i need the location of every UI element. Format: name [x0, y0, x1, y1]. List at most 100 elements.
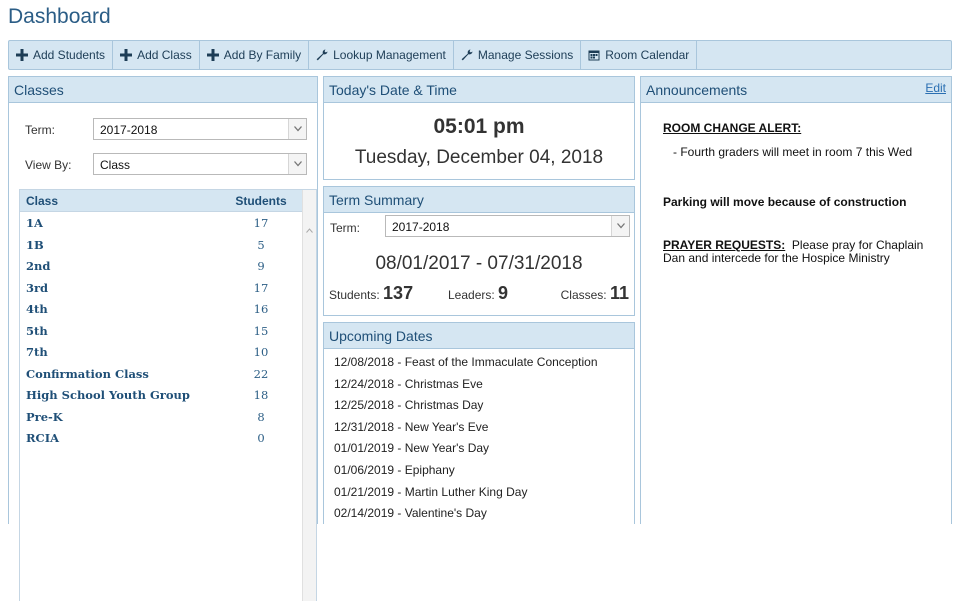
term-label: Term:: [25, 123, 55, 137]
list-item: 01/06/2019 - Epiphany: [334, 462, 455, 477]
class-name-cell[interactable]: 4th: [20, 298, 226, 320]
parking-notice: Parking will move because of constructio…: [663, 195, 907, 209]
table-row[interactable]: RCIA 0: [20, 427, 316, 449]
student-count-cell: 5: [257, 237, 265, 252]
column-header-students[interactable]: Students: [226, 190, 296, 211]
students-count: 137: [383, 283, 414, 303]
prayer-requests: PRAYER REQUESTS: Please pray for Chaplai…: [663, 239, 933, 265]
list-item: 01/01/2019 - New Year's Day: [334, 441, 490, 456]
edit-announcements-link[interactable]: Edit: [925, 81, 946, 95]
classes-panel: Classes Term: 2017-2018 View By: Class C…: [8, 76, 318, 601]
room-calendar-label: Room Calendar: [605, 48, 690, 62]
table-row[interactable]: 1A 17: [20, 212, 316, 234]
class-name-cell[interactable]: 5th: [20, 320, 226, 342]
class-table-scrollbar[interactable]: [302, 190, 316, 601]
upcoming-dates-list: 12/08/2018 - Feast of the Immaculate Con…: [334, 355, 598, 528]
class-table: Class Students 1A 17 1B 5 2nd 9 3rd 17 4th 16 5th 1…: [19, 189, 317, 601]
scroll-up-icon[interactable]: [306, 220, 313, 238]
today-panel: Today's Date & Time 05:01 pm Tuesday, De…: [323, 76, 635, 180]
chevron-down-icon: [288, 119, 306, 139]
leaders-count: 9: [498, 283, 509, 303]
student-count-cell: 0: [257, 431, 265, 445]
student-count-cell: 22: [253, 366, 269, 381]
table-row[interactable]: Confirmation Class 22: [20, 363, 316, 385]
table-row[interactable]: 5th 15: [20, 320, 316, 342]
summary-term-select[interactable]: 2017-2018: [385, 215, 630, 237]
summary-term-value: 2017-2018: [392, 220, 450, 234]
class-name-cell[interactable]: 1B: [20, 234, 226, 256]
wrench-icon: [461, 49, 473, 61]
table-row[interactable]: 7th 10: [20, 341, 316, 363]
students-stat: Students: 137: [329, 283, 413, 304]
list-item: 12/25/2018 - Christmas Day: [334, 398, 484, 413]
table-row[interactable]: 2nd 9: [20, 255, 316, 277]
current-date: Tuesday, December 04, 2018: [354, 147, 604, 168]
term-summary-panel: Term Summary Term: 2017-2018 08/01/2017 …: [323, 186, 635, 316]
list-item: 12/08/2018 - Feast of the Immaculate Con…: [334, 355, 598, 369]
class-name-cell[interactable]: RCIA: [20, 427, 226, 449]
leaders-stat: Leaders: 9: [448, 283, 508, 304]
plus-icon: [16, 49, 28, 61]
lookup-management-button[interactable]: Lookup Management: [309, 41, 454, 69]
leaders-label: Leaders:: [448, 288, 495, 302]
toolbar: Add Students Add Class Add By Family Loo…: [8, 40, 952, 70]
list-item: 02/14/2019 - Valentine's Day: [334, 506, 487, 521]
chevron-down-icon: [288, 154, 306, 174]
student-count-cell: 10: [253, 345, 269, 359]
term-select[interactable]: 2017-2018: [93, 118, 307, 140]
student-count-cell: 9: [257, 259, 265, 273]
term-select-value: 2017-2018: [100, 123, 158, 137]
term-summary-title: Term Summary: [324, 187, 634, 213]
class-table-body: 1A 17 1B 5 2nd 9 3rd 17 4th 16 5th 15 7th 10 Confirmat…: [20, 212, 316, 449]
column-header-class[interactable]: Class: [20, 190, 226, 211]
plus-icon: [120, 49, 133, 61]
room-change-text: - Fourth graders will meet in room 7 thi…: [673, 145, 913, 159]
room-calendar-button[interactable]: Room Calendar: [581, 41, 698, 69]
room-change-title: ROOM CHANGE ALERT:: [663, 121, 802, 135]
viewby-select[interactable]: Class: [93, 153, 307, 175]
add-students-button[interactable]: Add Students: [9, 41, 114, 69]
student-count-cell: 15: [253, 323, 269, 338]
classes-count: 11: [609, 283, 629, 303]
table-row[interactable]: 1B 5: [20, 234, 316, 256]
classes-label: Classes:: [560, 288, 607, 302]
announcements-title-text: Announcements: [646, 82, 748, 98]
viewby-label: View By:: [25, 158, 72, 172]
viewby-select-value: Class: [100, 158, 131, 172]
announcements-body: ROOM CHANGE ALERT: - Fourth graders will…: [663, 121, 933, 265]
add-students-label: Add Students: [33, 48, 106, 62]
chevron-down-icon: [611, 216, 629, 236]
class-name-cell[interactable]: Pre-K: [20, 406, 226, 428]
current-time: 05:01 pm: [433, 115, 525, 138]
class-name-cell[interactable]: 7th: [20, 341, 226, 363]
class-table-header: Class Students: [20, 190, 316, 212]
add-class-button[interactable]: Add Class: [113, 41, 200, 69]
lookup-management-label: Lookup Management: [333, 48, 446, 62]
student-count-cell: 16: [253, 302, 269, 316]
add-by-family-button[interactable]: Add By Family: [200, 41, 310, 69]
term-date-range: 08/01/2017 - 07/31/2018: [375, 253, 583, 274]
today-panel-title: Today's Date & Time: [324, 77, 634, 103]
list-item: 12/31/2018 - New Year's Eve: [334, 419, 489, 434]
table-row[interactable]: 4th 16: [20, 298, 316, 320]
add-by-family-label: Add By Family: [223, 48, 302, 62]
list-item: 12/24/2018 - Christmas Eve: [334, 376, 483, 391]
class-name-cell[interactable]: 2nd: [20, 255, 226, 277]
upcoming-dates-title: Upcoming Dates: [324, 323, 634, 349]
classes-panel-title: Classes: [9, 77, 317, 103]
add-class-label: Add Class: [137, 48, 192, 62]
upcoming-dates-panel: Upcoming Dates 12/08/2018 - Feast of the…: [323, 322, 635, 524]
table-row[interactable]: Pre-K 8: [20, 406, 316, 428]
manage-sessions-button[interactable]: Manage Sessions: [454, 41, 582, 69]
table-row[interactable]: High School Youth Group 18: [20, 384, 316, 406]
class-name-cell[interactable]: Confirmation Class: [20, 363, 226, 385]
announcements-panel: Announcements Edit ROOM CHANGE ALERT: - …: [640, 76, 952, 524]
summary-term-label: Term:: [330, 221, 360, 235]
prayer-requests-title: PRAYER REQUESTS:: [663, 238, 786, 252]
manage-sessions-label: Manage Sessions: [477, 48, 574, 62]
table-row[interactable]: 3rd 17: [20, 277, 316, 299]
class-name-cell[interactable]: High School Youth Group: [20, 384, 226, 406]
class-name-cell[interactable]: 3rd: [20, 277, 226, 299]
class-name-cell[interactable]: 1A: [20, 212, 226, 234]
announcements-title: Announcements Edit: [641, 77, 951, 103]
